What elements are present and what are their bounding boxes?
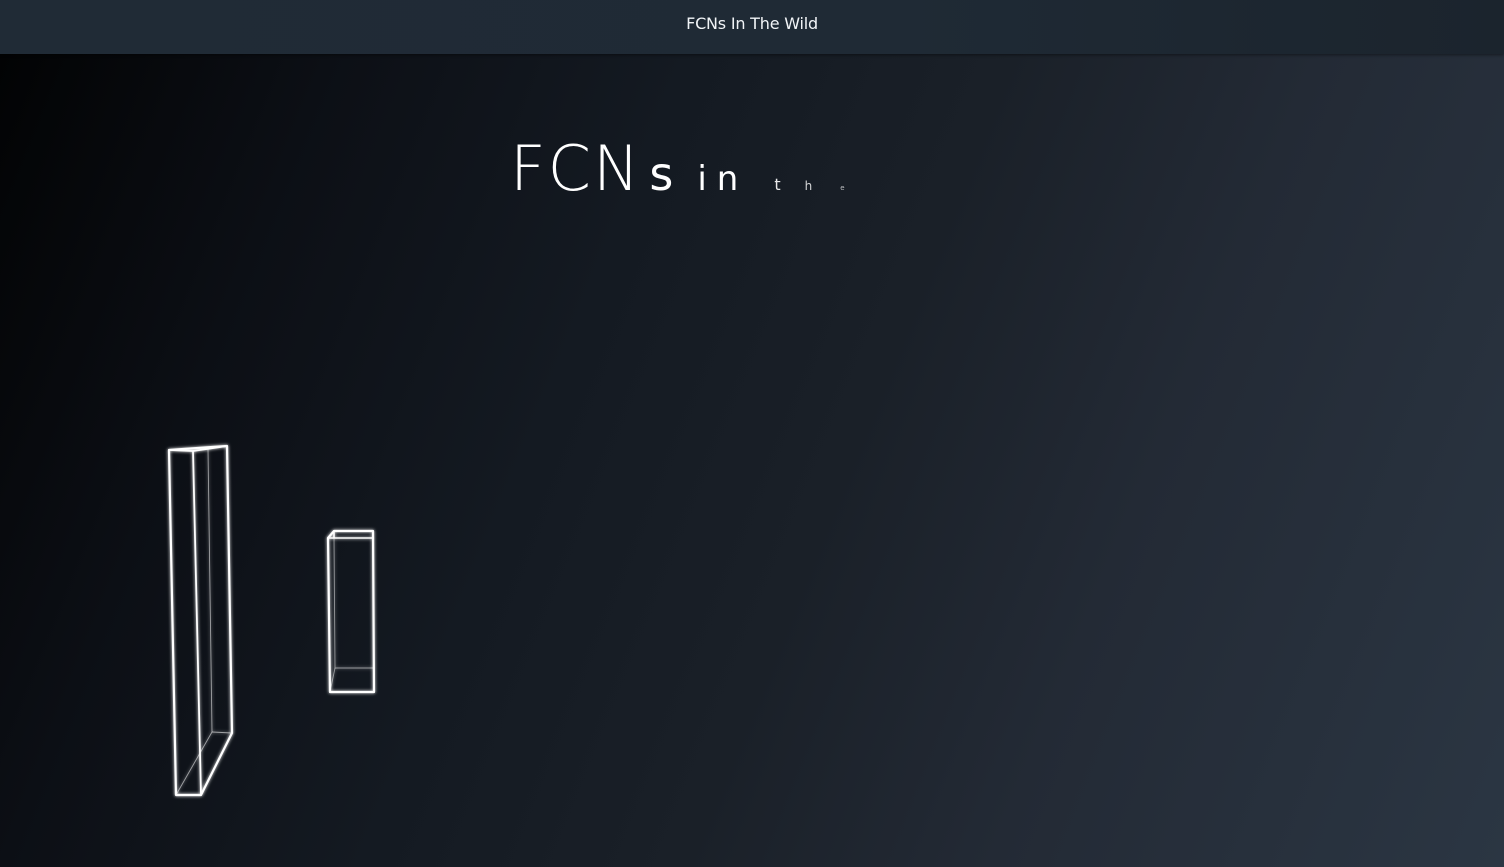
headline-part-h: h xyxy=(804,179,813,193)
top-bar: FCNs In The Wild xyxy=(0,0,1504,54)
hero-headline: FCN s i n t h e xyxy=(510,138,845,200)
headline-part-i: i xyxy=(697,159,711,199)
headline-part-t: t xyxy=(774,175,781,194)
page-title: FCNs In The Wild xyxy=(686,14,818,33)
headline-part-e: e xyxy=(840,184,845,192)
headline-part-n: n xyxy=(716,159,739,199)
headline-part-s: s xyxy=(649,147,676,201)
headline-part-fcn: FCN xyxy=(510,132,642,205)
